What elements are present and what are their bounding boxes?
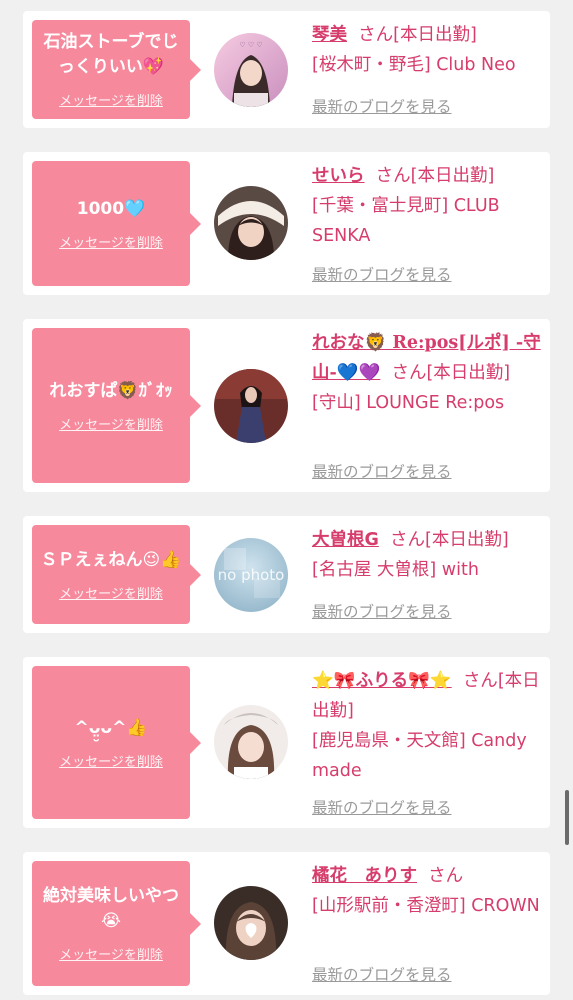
latest-blog-link[interactable]: 最新のブログを見る [312,263,452,285]
honorific: さん [391,363,427,383]
delete-message-link[interactable]: メッセージを削除 [59,944,163,963]
avatar[interactable] [214,705,288,779]
message-text: 1000🩵 [76,198,146,219]
avatar-photo: ♡ ♡ ♡ [214,33,288,107]
cast-name-link[interactable]: 大曽根G [312,530,379,550]
cast-name-link[interactable]: 琴美 [312,25,347,45]
status-text: [本日出勤] [425,530,509,550]
latest-blog-link[interactable]: 最新のブログを見る [312,796,452,818]
message-text: 絶対美味しいやつ😭 [43,886,179,931]
cast-name-link[interactable]: 橘花 ありす [312,866,417,886]
shop-location: [桜木町・野毛] Club Neo [312,55,516,75]
avatar[interactable]: no photo [214,538,288,612]
honorific: さん [358,25,394,45]
cast-info: 琴美 さん[本日出勤] [桜木町・野毛] Club Neo [312,20,542,80]
cast-name-link[interactable]: ⭐🎀ふりる🎀⭐ [312,671,452,691]
latest-blog-link[interactable]: 最新のブログを見る [312,460,452,482]
cast-info: れおな🦁 Re:pos[ルポ] -守山-💙💜 さん[本日出勤] [守山] LOU… [312,328,542,418]
cast-info: 橘花 ありす さん [山形駅前・香澄町] CROWN [312,861,542,921]
message-bubble: 1000🩵 メッセージを削除 [32,161,201,286]
avatar-photo [214,705,288,779]
delete-message-link[interactable]: メッセージを削除 [59,751,163,770]
message-card: ＳＰえぇねん😉👍 メッセージを削除 no photo 大曽根G さん[本日出勤] [23,516,550,633]
cast-info: ⭐🎀ふりる🎀⭐ さん[本日出勤] [鹿児島県・天文館] Candy made [312,666,542,786]
cast-info: 大曽根G さん[本日出勤] [名古屋 大曽根] with [312,525,542,585]
message-bubble: ＳＰえぇねん😉👍 メッセージを削除 [32,525,201,624]
status-text: [本日出勤] [393,25,477,45]
avatar-photo [214,186,288,260]
message-list: 石油ストーブでじっくりいい💖 メッセージを削除 ♡ ♡ ♡ 琴美 さん[本日出勤… [0,0,573,1000]
status-text: [本日出勤] [426,363,511,383]
scrollbar[interactable] [565,790,569,845]
latest-blog-link[interactable]: 最新のブログを見る [312,963,452,985]
shop-location: [鹿児島県・天文館] Candy made [312,731,527,781]
message-text: 石油ストーブでじっくりいい💖 [43,32,179,77]
shop-location: [山形駅前・香澄町] CROWN [312,896,540,916]
avatar[interactable] [214,886,288,960]
message-bubble: れおすぱ🦁ｶﾞｵｯ メッセージを削除 [32,328,201,483]
svg-text:♡ ♡ ♡: ♡ ♡ ♡ [239,41,262,49]
delete-message-link[interactable]: メッセージを削除 [59,583,163,602]
avatar-photo [214,886,288,960]
avatar[interactable] [214,186,288,260]
message-bubble: 石油ストーブでじっくりいい💖 メッセージを削除 [32,20,201,119]
avatar[interactable]: ♡ ♡ ♡ [214,33,288,107]
cast-name-link[interactable]: せいら [312,166,365,186]
delete-message-link[interactable]: メッセージを削除 [59,414,163,433]
shop-location: [名古屋 大曽根] with [312,560,479,580]
latest-blog-link[interactable]: 最新のブログを見る [312,600,452,622]
honorific: さん [375,166,411,186]
message-card: 1000🩵 メッセージを削除 せいら さん[本日出勤] [千葉・富士見町] CL… [23,152,550,295]
delete-message-link[interactable]: メッセージを削除 [59,90,163,109]
honorific: さん [462,671,498,691]
message-card: 石油ストーブでじっくりいい💖 メッセージを削除 ♡ ♡ ♡ 琴美 さん[本日出勤… [23,11,550,128]
honorific: さん [428,866,464,886]
shop-location: [千葉・富士見町] CLUB SENKA [312,196,500,246]
delete-message-link[interactable]: メッセージを削除 [59,232,163,251]
avatar-placeholder-text: no photo [217,566,285,584]
message-card: れおすぱ🦁ｶﾞｵｯ メッセージを削除 れおな🦁 Re:pos[ルポ] -守山-💙… [23,319,550,492]
message-text: れおすぱ🦁ｶﾞｵｯ [49,380,173,401]
avatar[interactable] [214,369,288,443]
message-text: ^ᴗ̤̮ᴗ^👍 [74,717,148,738]
message-card: 絶対美味しいやつ😭 メッセージを削除 橘花 ありす さん [山形駅前・香澄町] … [23,852,550,995]
honorific: さん [390,530,426,550]
latest-blog-link[interactable]: 最新のブログを見る [312,95,452,117]
message-text: ＳＰえぇねん😉👍 [40,549,182,570]
status-text: [本日出勤] [410,166,495,186]
shop-location: [守山] LOUNGE Re:pos [312,393,505,413]
cast-info: せいら さん[本日出勤] [千葉・富士見町] CLUB SENKA [312,161,542,251]
message-card: ^ᴗ̤̮ᴗ^👍 メッセージを削除 ⭐🎀ふりる🎀⭐ さん[本日出勤] [鹿児島県・… [23,657,550,828]
message-bubble: 絶対美味しいやつ😭 メッセージを削除 [32,861,201,986]
message-bubble: ^ᴗ̤̮ᴗ^👍 メッセージを削除 [32,666,201,819]
avatar-photo [214,369,288,443]
